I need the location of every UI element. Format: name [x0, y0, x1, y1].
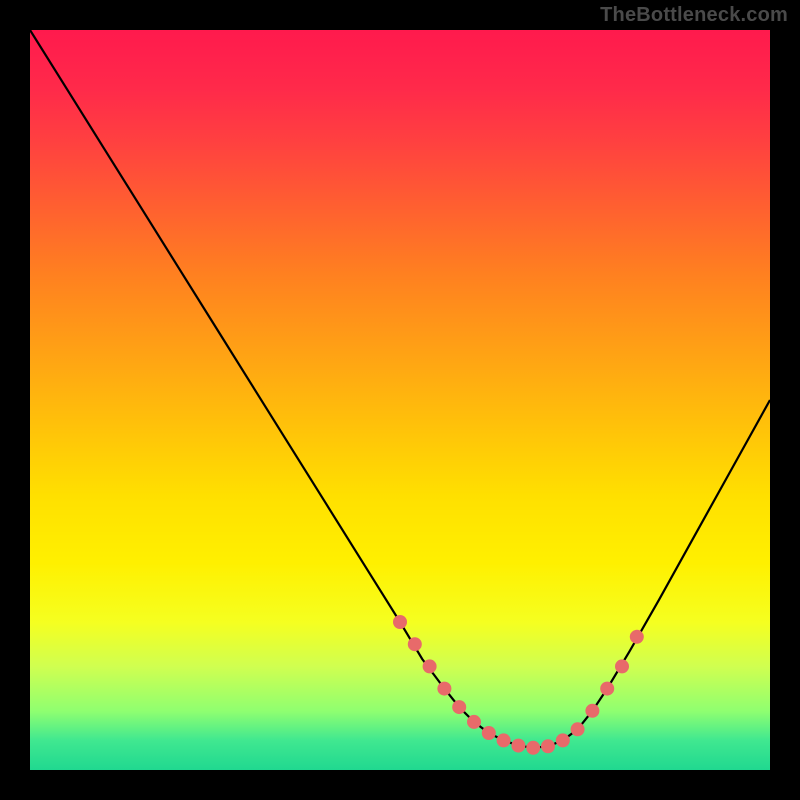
marker-point	[571, 722, 585, 736]
marker-point	[452, 700, 466, 714]
highlight-markers	[393, 615, 644, 755]
marker-point	[437, 682, 451, 696]
plot-area	[30, 30, 770, 770]
curve-line	[30, 30, 770, 748]
marker-point	[482, 726, 496, 740]
marker-point	[393, 615, 407, 629]
marker-point	[600, 682, 614, 696]
watermark-text: TheBottleneck.com	[600, 4, 788, 27]
chart-frame: TheBottleneck.com	[0, 0, 800, 800]
marker-point	[615, 659, 629, 673]
marker-point	[423, 659, 437, 673]
chart-svg	[30, 30, 770, 770]
marker-point	[497, 733, 511, 747]
marker-point	[556, 733, 570, 747]
marker-point	[585, 704, 599, 718]
marker-point	[526, 741, 540, 755]
marker-point	[511, 739, 525, 753]
marker-point	[408, 637, 422, 651]
marker-point	[630, 630, 644, 644]
marker-point	[541, 739, 555, 753]
marker-point	[467, 715, 481, 729]
